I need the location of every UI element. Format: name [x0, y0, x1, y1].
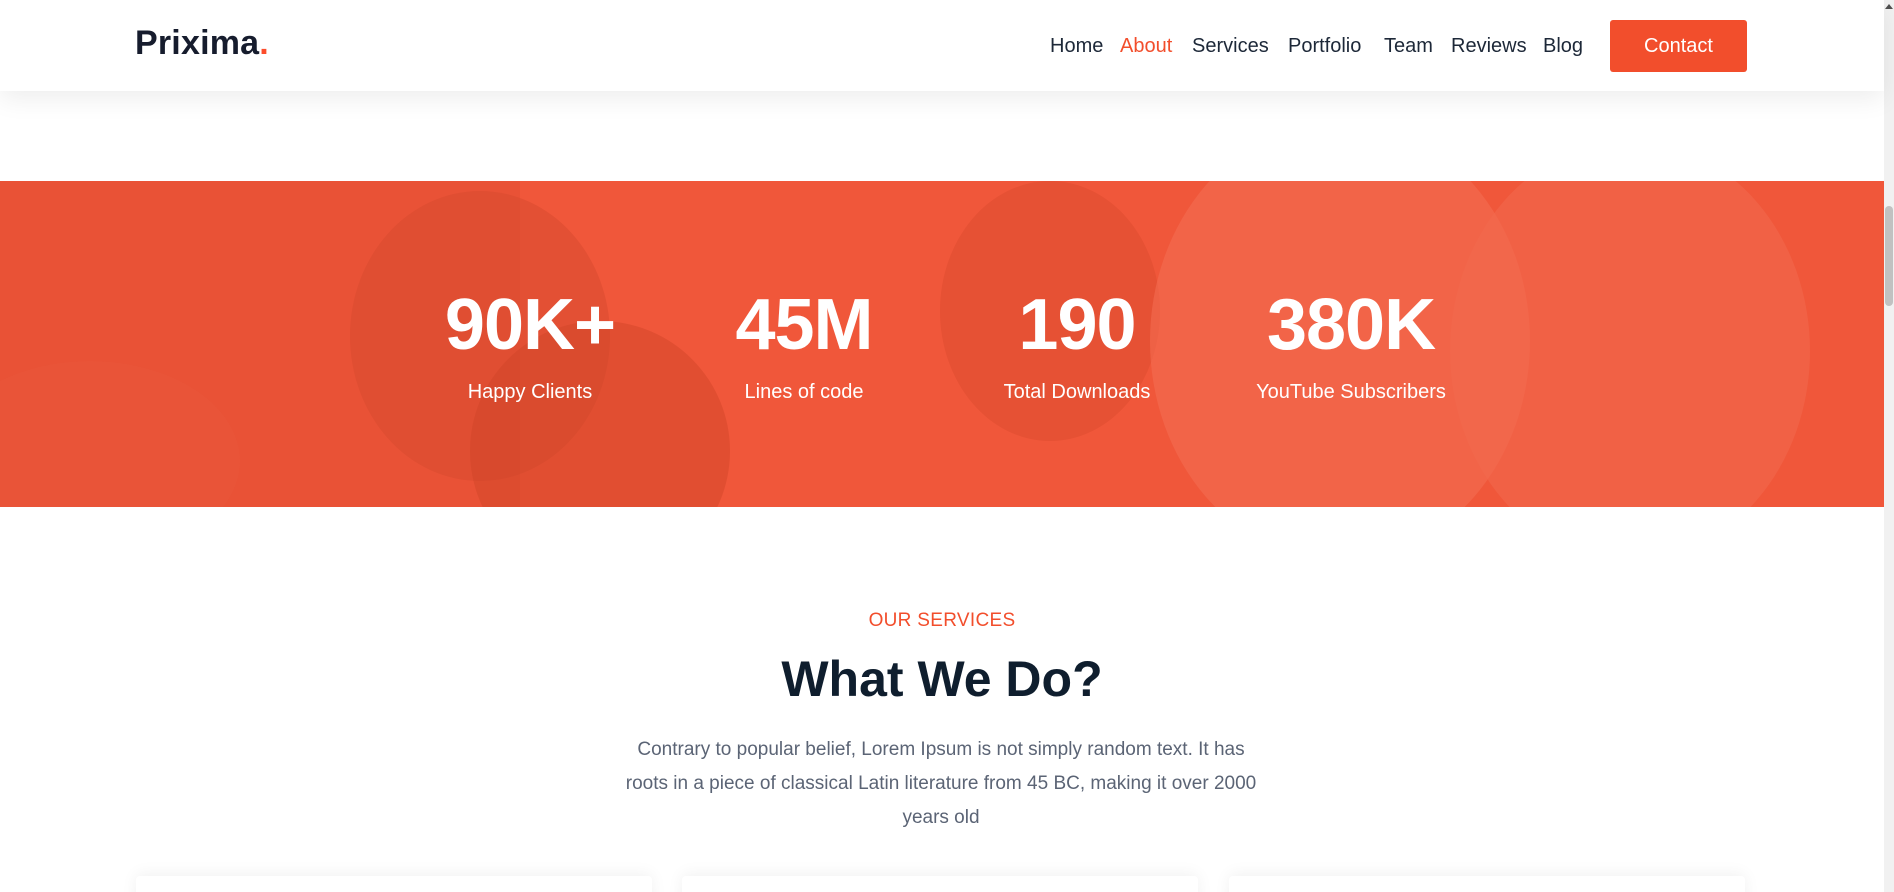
- section-description: Contrary to popular belief, Lorem Ipsum …: [625, 739, 1257, 828]
- section-eyebrow: OUR SERVICES: [868, 610, 1016, 631]
- stat-number: 45M: [735, 285, 873, 365]
- site-header: Prixima. Home About Services Portfolio T…: [0, 0, 1884, 91]
- stat-number: 90K+: [444, 285, 616, 365]
- stat-label: Total Downloads: [1003, 381, 1151, 403]
- section-title: What We Do?: [781, 651, 1103, 707]
- brand-name: Prixima: [135, 24, 260, 62]
- service-card[interactable]: [682, 876, 1198, 892]
- nav-item-about[interactable]: About: [1120, 35, 1172, 58]
- nav-item-home[interactable]: Home: [1050, 35, 1103, 58]
- page: Prixima. Home About Services Portfolio T…: [0, 0, 1894, 892]
- stat-number: 380K: [1266, 285, 1436, 365]
- stat-label: Lines of code: [744, 381, 864, 403]
- nav-item-services[interactable]: Services: [1192, 35, 1269, 58]
- nav-item-reviews[interactable]: Reviews: [1451, 35, 1527, 58]
- page-scrollbar[interactable]: [1884, 0, 1894, 892]
- stat-label: Happy Clients: [467, 381, 593, 403]
- stat-label: YouTube Subscribers: [1256, 381, 1446, 403]
- brand-logo[interactable]: Prixima.: [135, 24, 269, 63]
- service-card[interactable]: [136, 876, 652, 892]
- nav-item-blog[interactable]: Blog: [1543, 35, 1583, 58]
- stats-band: 90K+ Happy Clients 45M Lines of code 190…: [0, 181, 1884, 507]
- brand-dot: .: [259, 24, 269, 62]
- nav-item-portfolio[interactable]: Portfolio: [1288, 35, 1361, 58]
- contact-button[interactable]: Contact: [1610, 20, 1747, 72]
- nav-item-team[interactable]: Team: [1384, 35, 1433, 58]
- service-card[interactable]: [1229, 876, 1745, 892]
- stat-number: 190: [1018, 285, 1136, 365]
- background-photo-shape: [1450, 181, 1810, 507]
- scroll-up-arrow-icon[interactable]: [1885, 4, 1893, 9]
- scrollbar-thumb[interactable]: [1885, 206, 1893, 306]
